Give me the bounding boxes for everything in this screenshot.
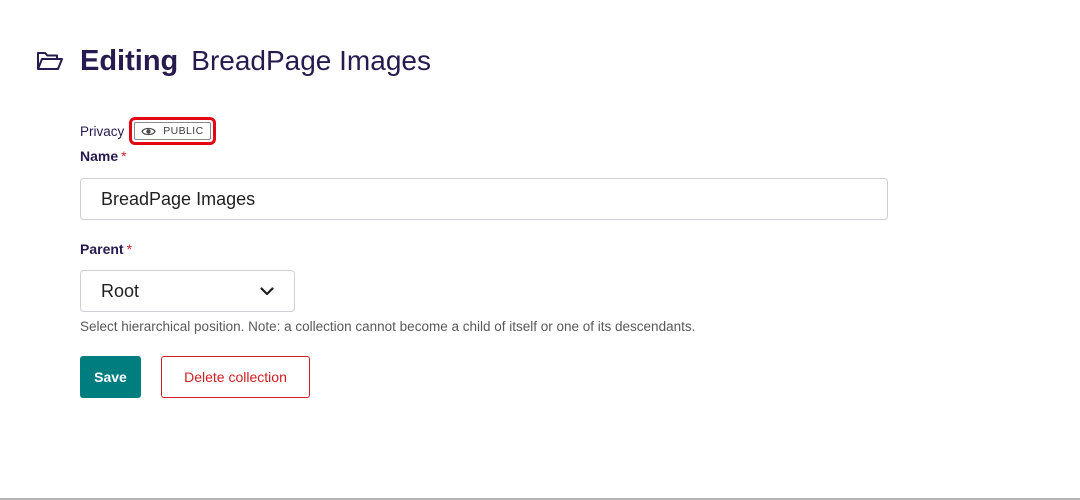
name-label-text: Name (80, 148, 119, 164)
name-input[interactable] (80, 178, 888, 220)
privacy-label: Privacy (80, 123, 125, 139)
privacy-highlight: PUBLIC (129, 117, 216, 145)
parent-field-label: Parent * (80, 241, 132, 257)
name-required-marker: * (121, 148, 127, 164)
page-title-collection-name: BreadPage Images (191, 45, 431, 76)
chevron-down-icon (260, 286, 274, 296)
folder-open-icon (36, 49, 66, 73)
privacy-status-text: PUBLIC (163, 125, 204, 137)
privacy-badge[interactable]: PUBLIC (134, 122, 211, 140)
name-field-label: Name * (80, 148, 127, 164)
parent-selected-value: Root (101, 280, 140, 301)
edit-collection-page: Editing BreadPage Images Privacy PUBLIC … (0, 0, 1080, 500)
parent-label-text: Parent (80, 241, 124, 257)
parent-select[interactable]: Root (80, 270, 295, 312)
page-title-action: Editing (80, 44, 179, 77)
eye-icon (141, 125, 157, 137)
privacy-row: Privacy PUBLIC (80, 117, 216, 145)
delete-collection-button[interactable]: Delete collection (161, 356, 310, 398)
parent-required-marker: * (126, 241, 133, 257)
page-header: Editing BreadPage Images (36, 43, 431, 79)
save-button[interactable]: Save (80, 356, 141, 398)
parent-help-text: Select hierarchical position. Note: a co… (80, 319, 696, 334)
